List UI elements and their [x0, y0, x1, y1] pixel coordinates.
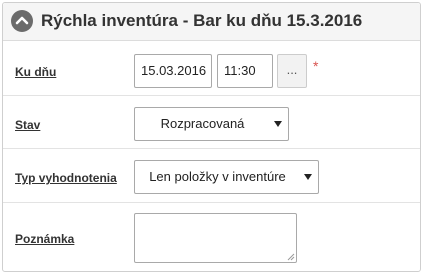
time-field[interactable]: 11:30 — [217, 54, 273, 88]
panel-header: Rýchla inventúra - Bar ku dňu 15.3.2016 — [3, 3, 420, 41]
typ-vyhodnotenia-label[interactable]: Typ vyhodnotenia — [15, 171, 117, 185]
resize-grip-icon[interactable] — [286, 252, 295, 261]
typ-vyhodnotenia-select[interactable]: Len položky v inventúre — [134, 160, 319, 194]
poznamka-textarea[interactable] — [134, 213, 297, 263]
row-typ-vyhodnotenia: Typ vyhodnotenia Len položky v inventúre — [3, 148, 420, 203]
required-marker: * — [313, 58, 319, 74]
chevron-up-icon[interactable] — [11, 10, 33, 32]
date-field[interactable]: 15.03.2016 — [134, 54, 212, 88]
typ-vyhodnotenia-selected-value: Len položky v inventúre — [149, 169, 286, 184]
stav-selected-value: Rozpracovaná — [160, 116, 245, 131]
page-title: Rýchla inventúra - Bar ku dňu 15.3.2016 — [41, 11, 363, 30]
date-picker-button[interactable]: ... — [277, 54, 307, 88]
inventory-panel: Rýchla inventúra - Bar ku dňu 15.3.2016 … — [2, 2, 421, 272]
row-poznamka: Poznámka — [3, 202, 420, 273]
row-stav: Stav Rozpracovaná — [3, 95, 420, 149]
poznamka-label[interactable]: Poznámka — [15, 232, 74, 246]
stav-select[interactable]: Rozpracovaná — [134, 107, 289, 141]
dropdown-arrow-icon — [274, 121, 282, 127]
ku-dnu-label[interactable]: Ku dňu — [15, 65, 56, 79]
stav-label[interactable]: Stav — [15, 118, 40, 132]
dropdown-arrow-icon — [304, 174, 312, 180]
